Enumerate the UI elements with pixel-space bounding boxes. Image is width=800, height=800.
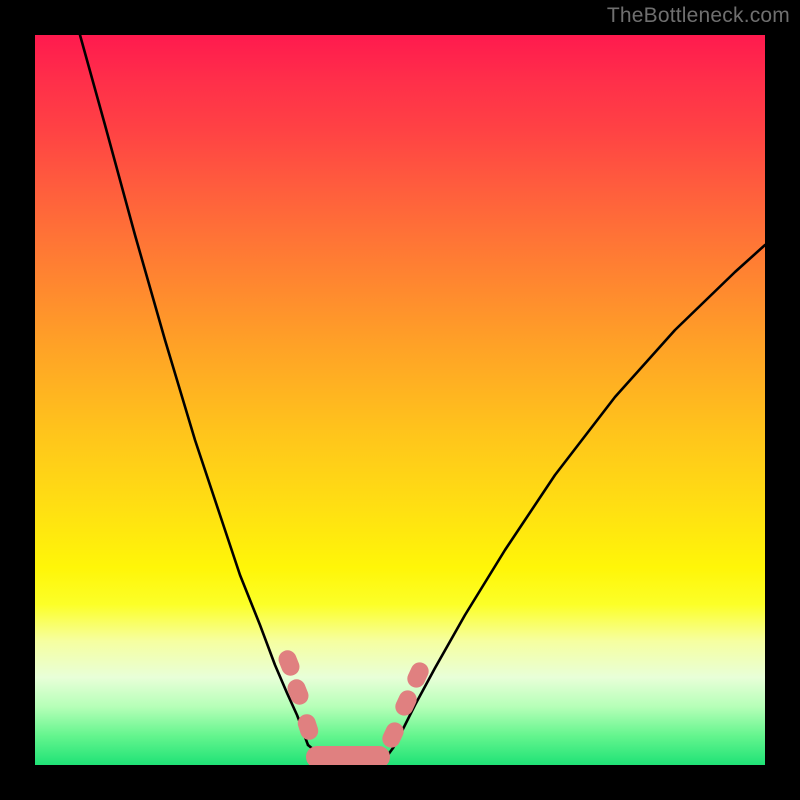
chart-frame: TheBottleneck.com	[0, 0, 800, 800]
series-left-curve	[80, 35, 308, 745]
series-right-curve	[393, 245, 765, 748]
plot-area	[35, 35, 765, 765]
curve-svg	[35, 35, 765, 765]
marker-right-dot-1	[379, 719, 406, 750]
curve-group	[80, 35, 765, 764]
marker-group	[276, 648, 432, 765]
marker-right-dot-2	[392, 687, 419, 718]
marker-left-dot-3	[295, 712, 320, 742]
marker-right-dot-3	[404, 659, 431, 690]
watermark-text: TheBottleneck.com	[607, 4, 790, 28]
marker-floor-bar	[306, 746, 390, 765]
marker-left-dot-2	[285, 677, 311, 708]
